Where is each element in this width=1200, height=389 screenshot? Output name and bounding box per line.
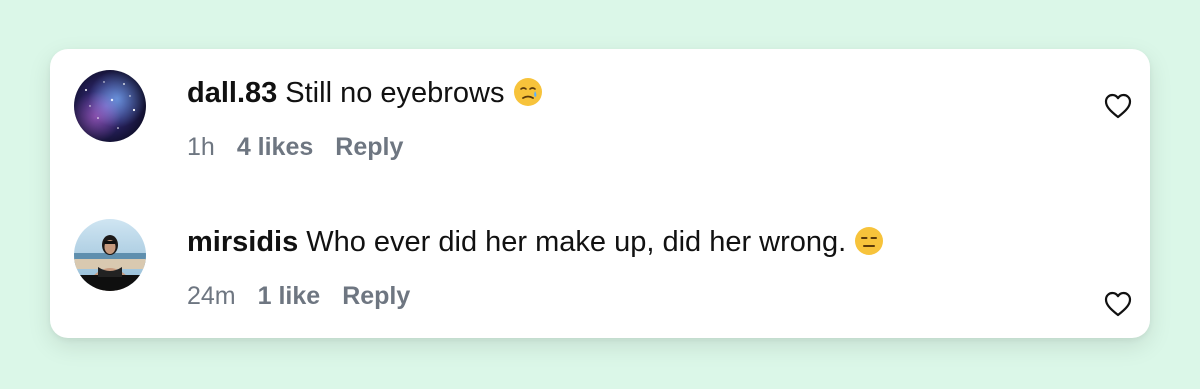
comment-meta: 24m 1 like Reply (187, 279, 432, 313)
crying-face-icon (513, 77, 543, 107)
comment-text-line: mirsidis Who ever did her make up, did he… (187, 223, 884, 261)
reply-button[interactable]: Reply (342, 282, 410, 310)
comments-card: dall.83 Still no eyebrows 1h 4 likes Reply (50, 49, 1150, 338)
heart-outline-icon[interactable] (1103, 290, 1133, 318)
avatar[interactable] (74, 70, 146, 142)
comment-text-line: dall.83 Still no eyebrows (187, 74, 543, 112)
username[interactable]: dall.83 (187, 77, 277, 109)
comment-text: Still no eyebrows (285, 77, 505, 109)
heart-outline-icon[interactable] (1103, 92, 1133, 120)
likes-count[interactable]: 1 like (258, 282, 321, 310)
comment-item: mirsidis Who ever did her make up, did he… (50, 219, 1150, 329)
reply-button[interactable]: Reply (335, 133, 403, 161)
timestamp: 1h (187, 133, 215, 161)
username[interactable]: mirsidis (187, 226, 298, 258)
timestamp: 24m (187, 282, 236, 310)
comment-meta: 1h 4 likes Reply (187, 130, 425, 164)
likes-count[interactable]: 4 likes (237, 133, 313, 161)
avatar[interactable] (74, 219, 146, 291)
expressionless-face-icon (854, 226, 884, 256)
comment-item: dall.83 Still no eyebrows 1h 4 likes Reply (50, 70, 1150, 180)
comment-text: Who ever did her make up, did her wrong. (306, 226, 847, 258)
